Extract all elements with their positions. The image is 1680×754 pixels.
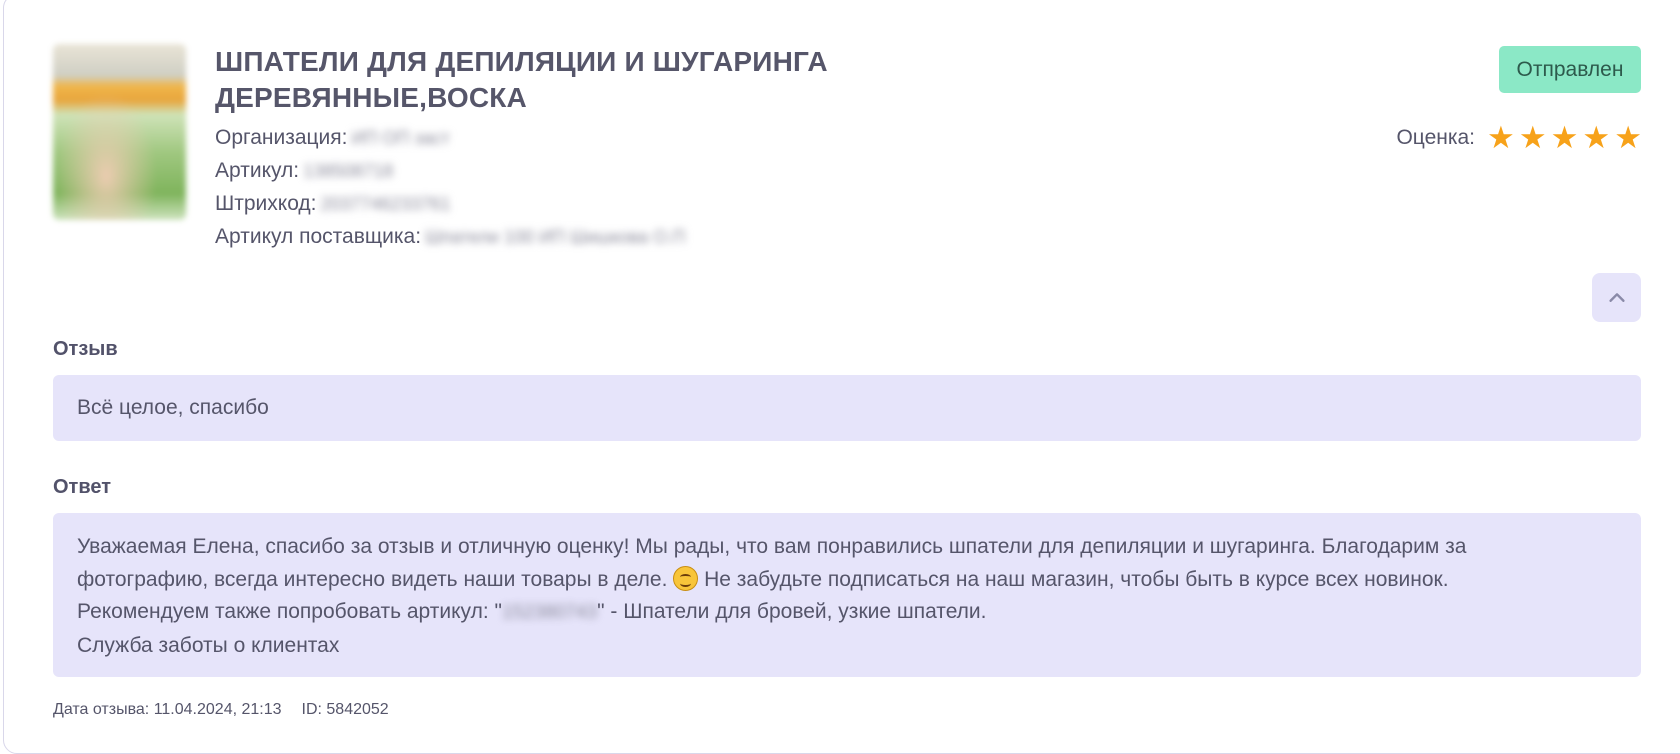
supplier-article-row: Артикул поставщика: Шпатели 100 ИП Шишко…: [215, 225, 685, 249]
smiling-face-icon: [673, 565, 699, 591]
answer-line-3: Рекомендуем также попробовать артикул: "…: [77, 596, 1617, 630]
star-icon: ★: [1614, 120, 1642, 155]
rating: Оценка: ★ ★ ★ ★ ★: [1396, 120, 1642, 155]
rating-label: Оценка:: [1396, 126, 1476, 149]
product-title: ШПАТЕЛИ ДЛЯ ДЕПИЛЯЦИИ И ШУГАРИНГА ДЕРЕВЯ…: [215, 46, 828, 113]
chevron-up-icon: [1608, 292, 1625, 302]
article-label: Артикул:: [215, 159, 300, 182]
rating-stars: ★ ★ ★ ★ ★: [1487, 120, 1642, 155]
review-text: Всё целое, спасибо: [77, 396, 269, 419]
answer-line-2: фотографию, всегда интересно видеть наши…: [77, 564, 1617, 597]
answer-line-2-text-after: Не забудьте подписаться на наш магазин, …: [704, 567, 1449, 591]
collapse-button[interactable]: [1592, 273, 1641, 322]
barcode-row: Штрихкод: 2037746233761: [215, 192, 451, 216]
answer-label: Ответ: [53, 476, 112, 498]
article-row: Артикул: 138508718: [215, 159, 393, 183]
answer-line-2-text: фотографию, всегда интересно видеть наши…: [77, 567, 668, 591]
organization-value: ИП ОП заст: [351, 127, 450, 148]
star-icon: ★: [1550, 120, 1579, 155]
organization-label: Организация:: [215, 126, 348, 149]
supplier-article-label: Артикул поставщика:: [215, 225, 422, 248]
review-footer: Дата отзыва: 11.04.2024, 21:13 ID: 58420…: [53, 701, 389, 719]
review-text-box: Всё целое, спасибо: [53, 375, 1641, 441]
star-icon: ★: [1487, 120, 1515, 155]
article-value: 138508718: [303, 160, 394, 181]
answer-line-1: Уважаемая Елена, спасибо за отзыв и отли…: [77, 535, 1467, 558]
status-badge: Отправлен: [1499, 46, 1641, 93]
supplier-article-value: Шпатели 100 ИП Шишкова О.П: [425, 226, 686, 247]
answer-line-4: Служба заботы о клиентах: [77, 633, 340, 657]
review-id: ID: 5842052: [301, 701, 389, 718]
answer-line-3-text-after: " - Шпатели для бровей, узкие шпатели.: [597, 600, 987, 623]
answer-line-3-text: Рекомендуем также попробовать артикул: ": [77, 600, 502, 623]
answer-text-box[interactable]: Уважаемая Елена, спасибо за отзыв и отли…: [53, 513, 1641, 677]
review-date: Дата отзыва: 11.04.2024, 21:13: [53, 701, 282, 718]
barcode-label: Штрихкод:: [215, 192, 317, 215]
recommended-article: 152380743: [501, 602, 598, 623]
star-icon: ★: [1582, 120, 1611, 155]
star-icon: ★: [1518, 120, 1547, 155]
product-image[interactable]: [53, 44, 186, 220]
barcode-value: 2037746233761: [320, 193, 451, 214]
organization-row: Организация: ИП ОП заст: [215, 126, 450, 150]
review-label: Отзыв: [53, 338, 118, 360]
